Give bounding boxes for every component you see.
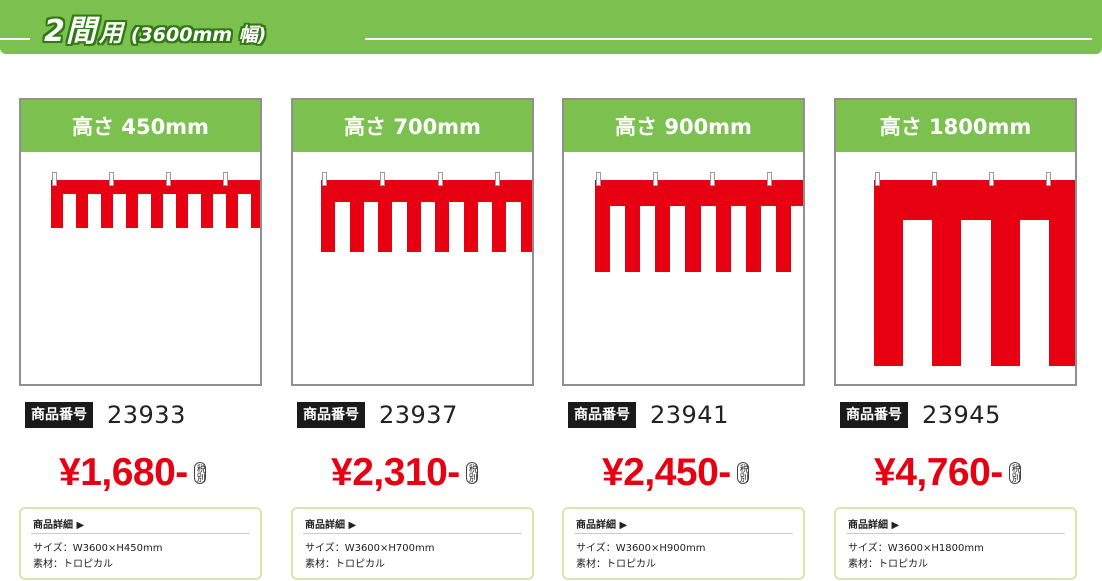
detail-divider <box>846 533 1065 534</box>
product-code-row: 商品番号 23937 <box>297 401 458 429</box>
product-material: 素材：トロピカル <box>305 559 385 570</box>
product-size: サイズ：W3600×H900mm <box>576 543 706 554</box>
section-banner: 2間 用 (3600mm 幅) <box>0 0 1102 54</box>
product-size: サイズ：W3600×H700mm <box>305 543 435 554</box>
price: ¥1,680- <box>59 451 188 494</box>
product-height-title: 高さ 900mm <box>564 100 803 152</box>
price-row: ¥2,310- 税別 <box>331 450 478 496</box>
section-title-main: 2間 <box>44 14 97 49</box>
detail-divider <box>303 533 522 534</box>
price-row: ¥1,680- 税別 <box>59 450 206 496</box>
tax-note: 税別 <box>736 462 749 484</box>
tax-note: 税別 <box>1008 462 1021 484</box>
banner-rule-right <box>365 38 1092 40</box>
product-code-row: 商品番号 23945 <box>840 401 1001 429</box>
product-code: 23933 <box>107 401 186 429</box>
product-image-frame[interactable]: 高さ 1800mm <box>834 98 1077 386</box>
product-detail-link[interactable]: 商品詳細 ▶ <box>848 516 899 531</box>
product-size: サイズ：W3600×H1800mm <box>848 543 984 554</box>
product-image-frame[interactable]: 高さ 450mm <box>19 98 262 386</box>
product-code-label: 商品番号 <box>297 402 365 428</box>
product-material: 素材：トロピカル <box>576 559 656 570</box>
product-detail-link[interactable]: 商品詳細 ▶ <box>33 516 84 531</box>
price-row: ¥2,450- 税別 <box>602 450 749 496</box>
product-material: 素材：トロピカル <box>848 559 928 570</box>
product-height-title: 高さ 450mm <box>21 100 260 152</box>
price: ¥4,760- <box>874 451 1003 494</box>
product-image-frame[interactable]: 高さ 700mm <box>291 98 534 386</box>
curtain-image <box>595 180 803 272</box>
product-detail-box: 商品詳細 ▶ サイズ：W3600×H1800mm 素材：トロピカル <box>834 507 1077 580</box>
product-code-row: 商品番号 23933 <box>25 401 186 429</box>
product-image-frame[interactable]: 高さ 900mm <box>562 98 805 386</box>
product-code-label: 商品番号 <box>568 402 636 428</box>
product-height-title: 高さ 1800mm <box>836 100 1075 152</box>
product-detail-box: 商品詳細 ▶ サイズ：W3600×H700mm 素材：トロピカル <box>291 507 534 580</box>
detail-divider <box>31 533 250 534</box>
product-detail-box: 商品詳細 ▶ サイズ：W3600×H900mm 素材：トロピカル <box>562 507 805 580</box>
product-code-row: 商品番号 23941 <box>568 401 729 429</box>
product-code: 23937 <box>379 401 458 429</box>
product-detail-box: 商品詳細 ▶ サイズ：W3600×H450mm 素材：トロピカル <box>19 507 262 580</box>
tax-note: 税別 <box>193 462 206 484</box>
product-code-label: 商品番号 <box>25 402 93 428</box>
section-title: 2間 用 (3600mm 幅) <box>44 6 266 50</box>
product-detail-link[interactable]: 商品詳細 ▶ <box>305 516 356 531</box>
product-code: 23941 <box>650 401 729 429</box>
product-detail-link[interactable]: 商品詳細 ▶ <box>576 516 627 531</box>
banner-rule-left <box>0 38 30 40</box>
product-code: 23945 <box>922 401 1001 429</box>
price: ¥2,310- <box>331 451 460 494</box>
product-height-title: 高さ 700mm <box>293 100 532 152</box>
section-title-width: (3600mm 幅) <box>130 24 267 46</box>
product-code-label: 商品番号 <box>840 402 908 428</box>
detail-divider <box>574 533 793 534</box>
tax-note: 税別 <box>465 462 478 484</box>
curtain-image <box>51 180 260 228</box>
product-size: サイズ：W3600×H450mm <box>33 543 163 554</box>
curtain-image <box>321 180 532 252</box>
price-row: ¥4,760- 税別 <box>874 450 1021 496</box>
section-title-unit: 用 <box>98 19 123 47</box>
product-material: 素材：トロピカル <box>33 559 113 570</box>
price: ¥2,450- <box>602 451 731 494</box>
curtain-image <box>874 180 1075 366</box>
